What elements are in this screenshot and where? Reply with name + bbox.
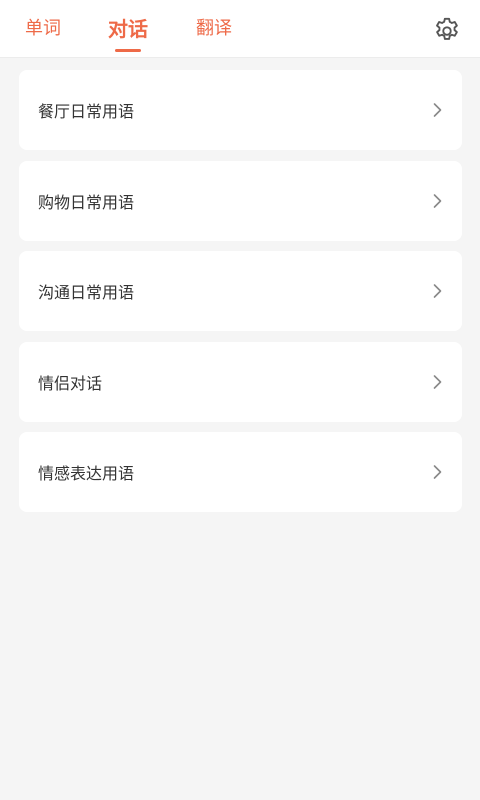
list-item-label: 购物日常用语: [38, 192, 135, 212]
tab-words[interactable]: 单词: [24, 0, 62, 58]
list-item-label: 情感表达用语: [38, 464, 135, 484]
chevron-right-icon: [433, 284, 442, 298]
top-tab-bar: 单词 对话 翻译: [0, 0, 480, 58]
chevron-right-icon: [433, 374, 442, 389]
dialogue-category-list: 餐厅日常用语 购物日常用语 沟通日常用语 情侣对话 情感表达用语: [19, 70, 462, 523]
list-item-shopping[interactable]: 购物日常用语: [19, 160, 462, 241]
chevron-right-icon: [433, 465, 442, 480]
tab-label: 对话: [108, 17, 148, 41]
list-item-label: 餐厅日常用语: [38, 102, 135, 121]
settings-button[interactable]: [430, 14, 464, 48]
gear-icon: [436, 17, 458, 40]
chevron-right-icon: [433, 193, 442, 208]
tab-label: 翻译: [196, 18, 232, 39]
chevron-right-icon: [433, 103, 442, 117]
tab-label: 单词: [25, 18, 61, 39]
list-item-emotion[interactable]: 情感表达用语: [19, 432, 462, 513]
list-item-communication[interactable]: 沟通日常用语: [19, 251, 462, 332]
active-tab-indicator: [115, 49, 141, 52]
list-item-couple[interactable]: 情侣对话: [19, 341, 462, 422]
tab-translate[interactable]: 翻译: [194, 0, 234, 58]
list-item-label: 情侣对话: [38, 373, 103, 393]
list-item-label: 沟通日常用语: [38, 283, 135, 303]
tab-dialogue[interactable]: 对话: [106, 0, 150, 58]
list-item-restaurant[interactable]: 餐厅日常用语: [19, 70, 462, 150]
